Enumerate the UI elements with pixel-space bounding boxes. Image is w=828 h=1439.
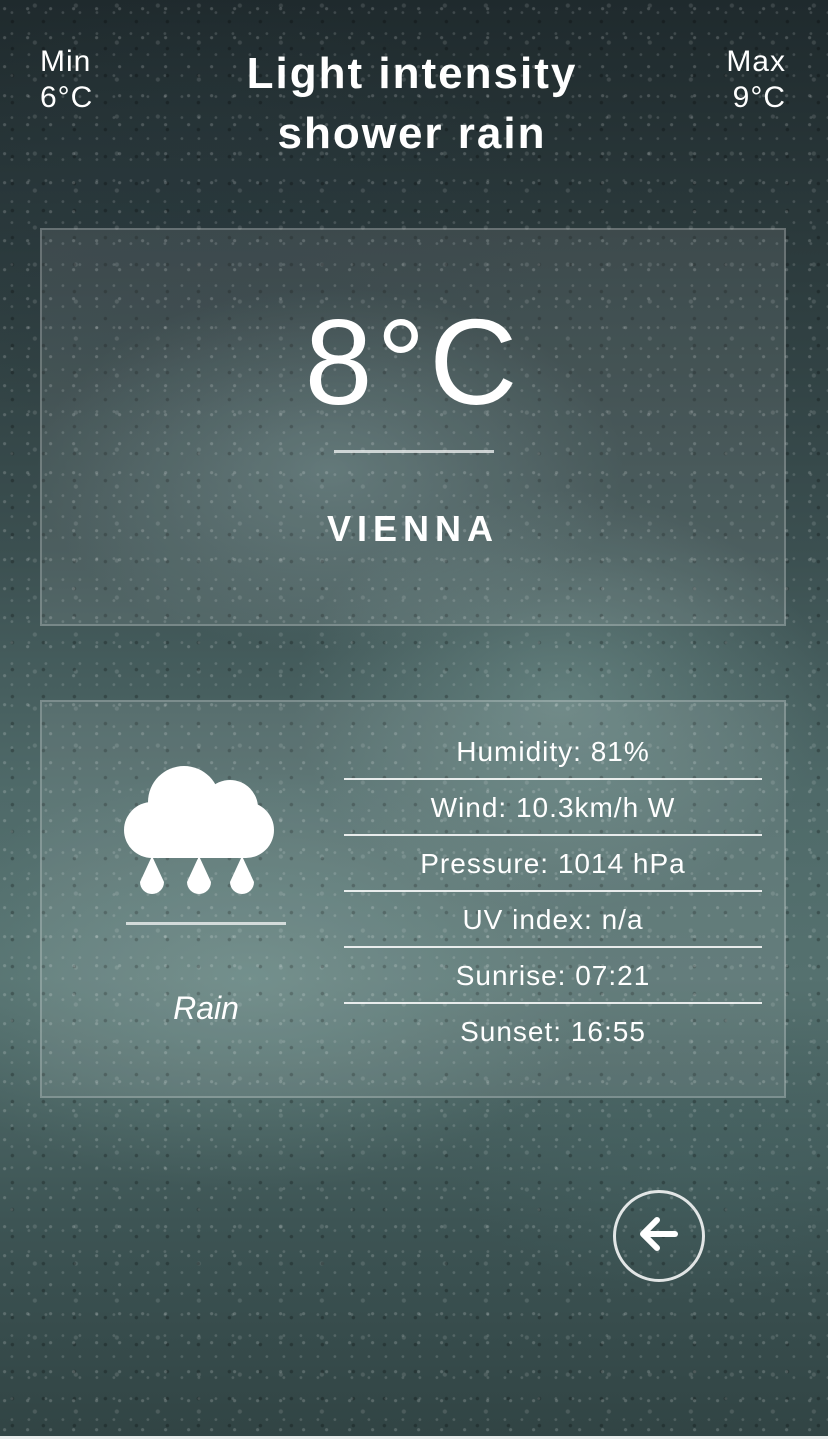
uv-index-row: UV index: n/a xyxy=(344,892,762,948)
min-value: 6°C xyxy=(40,81,94,114)
max-label: Max xyxy=(726,45,786,78)
humidity-row: Humidity: 81% xyxy=(344,724,762,780)
min-temperature: Min 6°C xyxy=(40,44,93,116)
back-button[interactable] xyxy=(613,1190,705,1282)
weather-details-list: Humidity: 81% Wind: 10.3km/h W Pressure:… xyxy=(344,724,762,1060)
temperature-divider xyxy=(334,450,494,453)
wind-row: Wind: 10.3km/h W xyxy=(344,780,762,836)
arrow-left-icon xyxy=(639,1217,679,1255)
header: Min 6°C Light intensity shower rain Max … xyxy=(0,0,828,200)
sunset-row: Sunset: 16:55 xyxy=(460,1016,646,1047)
city-name: VIENNA xyxy=(326,508,500,549)
cloud-rain-icon xyxy=(118,760,288,920)
weather-description: Rain xyxy=(173,990,239,1026)
current-temperature: 8°C xyxy=(304,294,522,430)
icon-divider xyxy=(126,922,286,925)
min-label: Min xyxy=(40,45,92,78)
max-value: 9°C xyxy=(732,81,786,114)
pressure-row: Pressure: 1014 hPa xyxy=(344,836,762,892)
sunrise-row: Sunrise: 07:21 xyxy=(344,948,762,1004)
condition-title: Light intensity shower rain xyxy=(246,49,578,158)
max-temperature: Max 9°C xyxy=(726,44,786,116)
